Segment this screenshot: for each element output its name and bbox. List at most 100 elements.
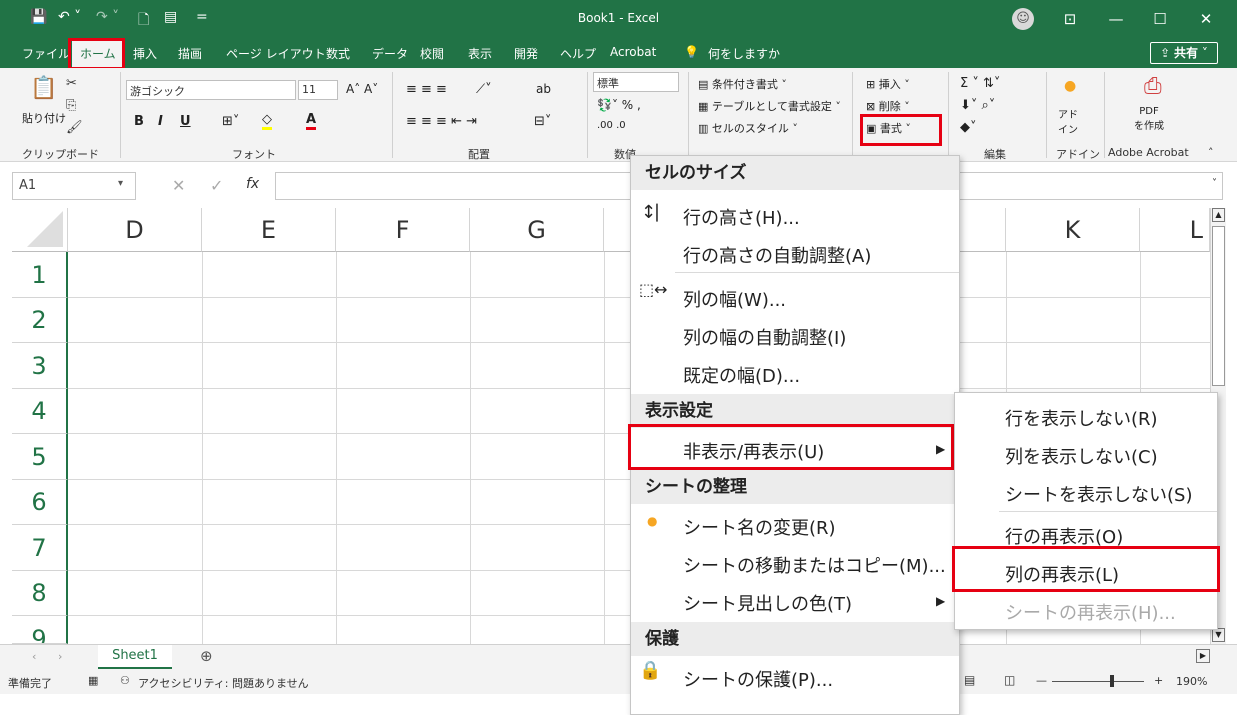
- fill-color-icon[interactable]: ◇: [262, 112, 272, 130]
- row-header-1[interactable]: 1: [12, 252, 68, 298]
- tab-formulas[interactable]: 数式: [326, 45, 350, 63]
- tab-acrobat[interactable]: Acrobat: [610, 45, 656, 63]
- scroll-thumb[interactable]: [1212, 226, 1225, 386]
- submenu-item-hide-rows[interactable]: 行を表示しない(R): [1005, 405, 1158, 431]
- tab-review[interactable]: 校閲: [420, 45, 444, 63]
- scroll-right-icon[interactable]: ▶: [1196, 649, 1210, 663]
- tab-draw[interactable]: 描画: [178, 45, 202, 63]
- name-box-dropdown-icon[interactable]: ▾: [118, 178, 123, 189]
- prev-sheet-icon[interactable]: ‹: [32, 650, 36, 663]
- font-name-combo[interactable]: 游ゴシック: [126, 80, 296, 100]
- column-header-f[interactable]: F: [336, 208, 470, 252]
- zoom-slider[interactable]: [1052, 681, 1144, 682]
- align-top-icon[interactable]: ≡ ≡ ≡: [406, 82, 447, 97]
- cut-icon[interactable]: ✂: [66, 76, 77, 91]
- clear-icon[interactable]: ◆˅: [960, 120, 977, 135]
- column-header-d[interactable]: D: [68, 208, 202, 252]
- menu-item-default-width[interactable]: 既定の幅(D)...: [683, 362, 800, 388]
- tab-developer[interactable]: 開発: [514, 45, 538, 63]
- delete-cells-button[interactable]: ⊠ 削除 ˅: [866, 98, 910, 114]
- format-painter-icon[interactable]: 🖌: [66, 120, 83, 135]
- paste-icon[interactable]: 📋: [30, 76, 57, 101]
- tab-page-layout[interactable]: ページ レイアウト: [226, 45, 326, 63]
- menu-item-row-height[interactable]: 行の高さ(H)...: [683, 204, 800, 230]
- column-header-g[interactable]: G: [470, 208, 604, 252]
- macro-record-icon[interactable]: ▦: [88, 674, 98, 687]
- zoom-slider-thumb[interactable]: [1110, 675, 1114, 687]
- border-icon[interactable]: ⊞˅: [222, 114, 239, 129]
- menu-item-move-copy-sheet[interactable]: シートの移動またはコピー(M)...: [683, 552, 946, 578]
- row-header-4[interactable]: 4: [12, 389, 68, 434]
- column-header-l[interactable]: L: [1140, 208, 1210, 252]
- font-size-combo[interactable]: 11: [298, 80, 338, 100]
- italic-icon[interactable]: I: [158, 114, 163, 129]
- wrap-text-icon[interactable]: ab: [536, 82, 551, 96]
- underline-icon[interactable]: U: [180, 114, 191, 129]
- share-button[interactable]: ⇪ 共有 ˅: [1150, 42, 1218, 64]
- conditional-format-button[interactable]: ▤ 条件付き書式 ˅: [698, 76, 787, 92]
- currency-icon[interactable]: 💱˅ % ,: [597, 98, 641, 112]
- scroll-down-icon[interactable]: ▼: [1212, 628, 1225, 642]
- merge-icon[interactable]: ⊟˅: [534, 114, 551, 129]
- add-sheet-icon[interactable]: ⊕: [200, 647, 213, 665]
- tab-data[interactable]: データ: [372, 45, 408, 63]
- insert-function-icon[interactable]: fx: [246, 176, 259, 192]
- minimize-icon[interactable]: —: [1096, 6, 1136, 32]
- scroll-up-icon[interactable]: ▲: [1212, 208, 1225, 222]
- fill-icon[interactable]: ⬇˅ ⌕˅: [960, 98, 995, 113]
- row-header-7[interactable]: 7: [12, 525, 68, 571]
- autosum-icon[interactable]: Σ ˅ ⇅˅: [960, 76, 1000, 91]
- align-left-icon[interactable]: ≡ ≡ ≡ ⇤ ⇥: [406, 114, 477, 129]
- submenu-item-hide-columns[interactable]: 列を表示しない(C): [1005, 443, 1158, 469]
- decimal-icon[interactable]: .00 .0: [597, 120, 626, 131]
- zoom-out-icon[interactable]: —: [1036, 674, 1047, 687]
- row-header-3[interactable]: 3: [12, 343, 68, 389]
- tab-insert[interactable]: 挿入: [133, 45, 157, 63]
- page-layout-view-icon[interactable]: ▤: [964, 673, 975, 687]
- bold-icon[interactable]: B: [134, 114, 144, 129]
- zoom-in-icon[interactable]: +: [1154, 674, 1163, 687]
- menu-item-autofit-row[interactable]: 行の高さの自動調整(A): [683, 242, 871, 268]
- row-header-6[interactable]: 6: [12, 480, 68, 525]
- copy-icon[interactable]: ⎘: [66, 98, 76, 113]
- tab-help[interactable]: ヘルプ: [560, 45, 596, 63]
- menu-item-autofit-column[interactable]: 列の幅の自動調整(I): [683, 324, 846, 350]
- ribbon-display-icon[interactable]: ⊡: [1050, 6, 1090, 32]
- collapse-ribbon-icon[interactable]: ˄: [1208, 146, 1214, 159]
- accessibility-status[interactable]: アクセシビリティ: 問題ありません: [138, 675, 309, 691]
- enter-icon[interactable]: ✓: [210, 176, 223, 195]
- create-pdf-button[interactable]: PDF を作成: [1134, 106, 1164, 132]
- sheet-tab-sheet1[interactable]: Sheet1: [98, 645, 172, 669]
- maximize-icon[interactable]: ☐: [1140, 6, 1180, 32]
- page-break-view-icon[interactable]: ◫: [1004, 673, 1015, 687]
- menu-item-rename-sheet[interactable]: シート名の変更(R): [683, 514, 836, 540]
- cancel-icon[interactable]: ✕: [172, 176, 185, 195]
- tell-me-search[interactable]: 何をしますか: [708, 45, 780, 63]
- row-header-5[interactable]: 5: [12, 434, 68, 480]
- submenu-item-hide-sheet[interactable]: シートを表示しない(S): [1005, 481, 1192, 507]
- font-color-icon[interactable]: A: [306, 112, 317, 130]
- row-header-2[interactable]: 2: [12, 298, 68, 343]
- column-header-k[interactable]: K: [1006, 208, 1140, 252]
- format-as-table-button[interactable]: ▦ テーブルとして書式設定 ˅: [698, 98, 841, 114]
- addins-icon[interactable]: ●: [1064, 78, 1076, 94]
- next-sheet-icon[interactable]: ›: [58, 650, 62, 663]
- orientation-icon[interactable]: ⟋˅: [476, 82, 492, 97]
- insert-cells-button[interactable]: ⊞ 挿入 ˅: [866, 76, 910, 92]
- tab-file[interactable]: ファイル: [22, 45, 70, 63]
- menu-item-tab-color[interactable]: シート見出しの色(T): [683, 590, 852, 616]
- row-header-8[interactable]: 8: [12, 571, 68, 616]
- select-all-button[interactable]: [12, 208, 68, 252]
- expand-formula-icon[interactable]: ˅: [1212, 178, 1217, 189]
- pdf-icon[interactable]: ⎙: [1144, 74, 1162, 99]
- account-avatar-icon[interactable]: ☺: [1012, 8, 1034, 30]
- column-header-e[interactable]: E: [202, 208, 336, 252]
- row-header-9[interactable]: 9: [12, 616, 68, 644]
- menu-item-protect-sheet[interactable]: シートの保護(P)...: [683, 666, 833, 692]
- cell-styles-button[interactable]: ▥ セルのスタイル ˅: [698, 120, 798, 136]
- close-icon[interactable]: ✕: [1186, 6, 1226, 32]
- menu-item-column-width[interactable]: 列の幅(W)...: [683, 286, 786, 312]
- addins-button[interactable]: アド イン: [1058, 106, 1078, 136]
- number-format-combo[interactable]: 標準: [593, 72, 679, 92]
- paste-button[interactable]: 貼り付け: [22, 110, 66, 126]
